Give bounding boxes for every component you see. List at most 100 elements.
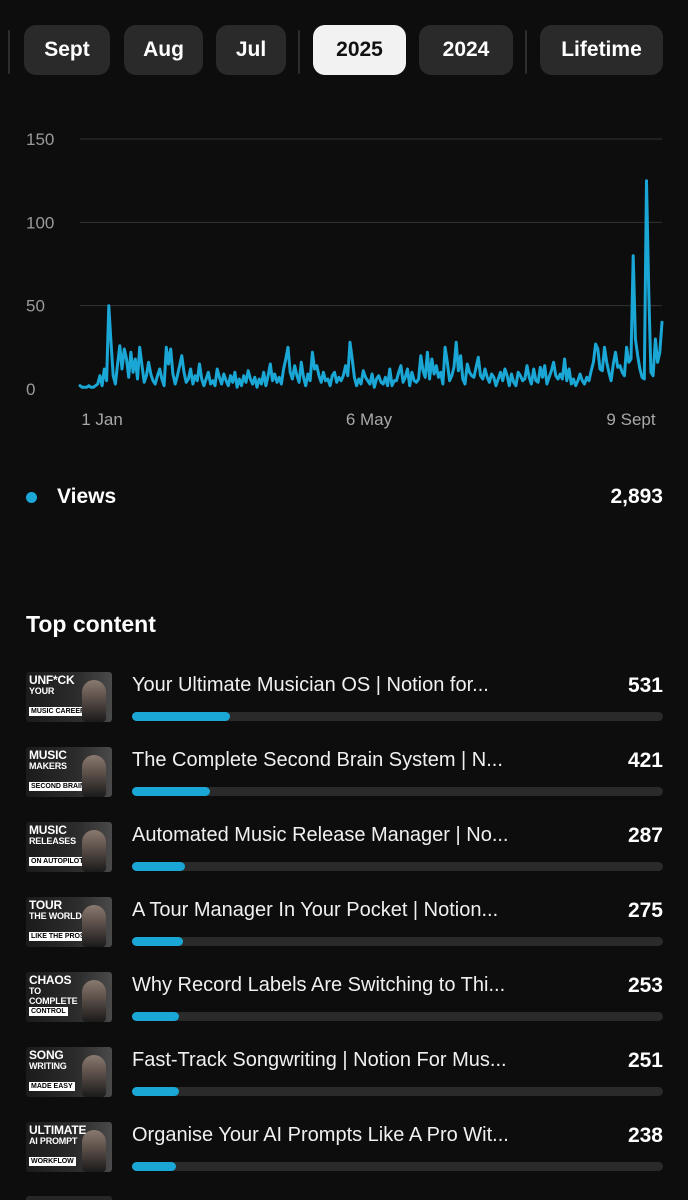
content-item[interactable]: TOUR THE WORLD LIKE THE PROS A Tour Manager… (26, 897, 663, 949)
content-thumbnail: ULTIMATE AI PROMPT WORKFLOW (26, 1122, 112, 1172)
person-photo (82, 680, 106, 722)
content-title: Organise Your AI Prompts Like A Pro Wit.… (132, 1124, 509, 1146)
period-tabs: Sept Aug Jul 2025 2024 Lifetime (0, 25, 688, 75)
tab-lifetime[interactable]: Lifetime (540, 25, 663, 75)
thumbnail-line: TOUR (29, 898, 62, 912)
x-tick-label: 9 Sept (606, 410, 655, 429)
person-photo (82, 980, 106, 1022)
content-title: Fast-Track Songwriting | Notion For Mus.… (132, 1049, 507, 1071)
content-thumbnail: SONG WRITING MADE EASY (26, 1047, 112, 1097)
person-photo (82, 755, 106, 797)
person-photo (82, 830, 106, 872)
content-thumbnail: MUSIC RELEASES ON AUTOPILOT (26, 822, 112, 872)
next-thumbnail-peek (26, 1196, 112, 1200)
views-bar-track (132, 1162, 663, 1171)
views-bar-track (132, 787, 663, 796)
thumbnail-line: MUSIC (29, 823, 67, 837)
views-chart-svg: 0 50 100 150 1 Jan 6 May 9 Sept (26, 130, 664, 429)
views-bar-track (132, 862, 663, 871)
content-thumbnail: MUSIC MAKERS SECOND BRAIN (26, 747, 112, 797)
content-title: Automated Music Release Manager | No... (132, 824, 509, 846)
content-views: 531 (627, 674, 663, 697)
views-total: 2,893 (610, 485, 663, 508)
thumbnail-tag: SECOND BRAIN (29, 782, 88, 791)
views-bar-fill (132, 1012, 179, 1021)
views-bar-track (132, 712, 663, 721)
views-bar-fill (132, 787, 211, 796)
thumbnail-line: SONG (29, 1048, 64, 1062)
content-thumbnail: CHAOS TO COMPLETE CONTROL (26, 972, 112, 1022)
thumbnail-title: MUSIC RELEASES (29, 823, 89, 846)
tab-jul[interactable]: Jul (216, 25, 286, 75)
views-metric: Views 2,893 (26, 482, 663, 512)
views-bar-fill (132, 937, 183, 946)
person-photo (82, 1130, 106, 1172)
thumbnail-line: CHAOS (29, 973, 72, 987)
person-photo (82, 905, 106, 947)
y-tick-label: 50 (26, 297, 45, 316)
thumbnail-line: RELEASES (29, 836, 76, 846)
tab-divider (298, 30, 300, 74)
thumbnail-line: MUSIC (29, 748, 67, 762)
x-tick-label: 6 May (346, 410, 393, 429)
content-title: Your Ultimate Musician OS | Notion for..… (132, 674, 489, 696)
y-tick-label: 100 (26, 213, 54, 232)
content-item[interactable]: SONG WRITING MADE EASY Fast-Track Songwriti… (26, 1047, 663, 1099)
thumbnail-title: TOUR THE WORLD (29, 898, 89, 921)
content-title: A Tour Manager In Your Pocket | Notion..… (132, 899, 499, 921)
thumbnail-line: UNF*CK (29, 673, 75, 687)
thumbnail-line: THE WORLD (29, 911, 82, 921)
tab-divider (525, 30, 527, 74)
tab-divider (8, 30, 10, 74)
content-title: The Complete Second Brain System | N... (132, 749, 503, 771)
thumbnail-tag: LIKE THE PROS (29, 932, 87, 941)
content-item[interactable]: MUSIC RELEASES ON AUTOPILOT Automated Music… (26, 822, 663, 874)
content-item[interactable]: MUSIC MAKERS SECOND BRAIN The Complete Seco… (26, 747, 663, 799)
thumbnail-tag: ON AUTOPILOT (29, 857, 86, 866)
views-label: Views (57, 485, 117, 508)
content-views: 421 (627, 749, 663, 772)
tab-sept[interactable]: Sept (24, 25, 110, 75)
thumbnail-title: ULTIMATE AI PROMPT (29, 1123, 89, 1146)
tab-2025[interactable]: 2025 (313, 25, 406, 75)
thumbnail-line: MAKERS (29, 761, 67, 771)
views-chart: 0 50 100 150 1 Jan 6 May 9 Sept (0, 120, 688, 440)
thumbnail-line: TO COMPLETE (29, 986, 78, 1006)
content-item[interactable]: UNF*CK YOUR MUSIC CAREER Your Ultimate Musi… (26, 672, 663, 724)
y-tick-label: 150 (26, 130, 54, 149)
thumbnail-title: SONG WRITING (29, 1048, 89, 1071)
content-views: 251 (627, 1049, 663, 1072)
y-tick-label: 0 (26, 380, 35, 399)
person-photo (82, 1055, 106, 1097)
views-bar-fill (132, 1162, 177, 1171)
thumbnail-line: WRITING (29, 1061, 67, 1071)
thumbnail-tag: MADE EASY (29, 1082, 75, 1091)
top-content-title: Top content (26, 611, 156, 637)
content-views: 275 (627, 899, 663, 922)
content-item[interactable]: CHAOS TO COMPLETE CONTROL Why Record Labels… (26, 972, 663, 1024)
tab-2024[interactable]: 2024 (419, 25, 513, 75)
views-bar-fill (132, 862, 186, 871)
content-views: 287 (627, 824, 663, 847)
views-bar-fill (132, 1087, 179, 1096)
views-bar-track (132, 1087, 663, 1096)
thumbnail-tag: WORKFLOW (29, 1157, 76, 1166)
thumbnail-title: UNF*CK YOUR (29, 673, 89, 696)
views-bar-fill (132, 712, 231, 721)
tab-aug[interactable]: Aug (124, 25, 203, 75)
views-series-line (78, 179, 664, 389)
thumbnail-line: YOUR (29, 686, 55, 696)
views-bar-track (132, 937, 663, 946)
thumbnail-line: AI PROMPT (29, 1136, 78, 1146)
thumbnail-tag: CONTROL (29, 1007, 68, 1016)
views-bar-track (132, 1012, 663, 1021)
content-views: 253 (627, 974, 663, 997)
content-item[interactable]: ULTIMATE AI PROMPT WORKFLOW Organise Your A… (26, 1122, 663, 1174)
content-views: 238 (627, 1124, 663, 1147)
views-legend-dot (26, 491, 37, 503)
x-tick-label: 1 Jan (81, 410, 123, 429)
content-title: Why Record Labels Are Switching to Thi..… (132, 974, 506, 996)
thumbnail-title: MUSIC MAKERS (29, 748, 89, 771)
thumbnail-line: ULTIMATE (29, 1123, 87, 1137)
content-thumbnail: TOUR THE WORLD LIKE THE PROS (26, 897, 112, 947)
